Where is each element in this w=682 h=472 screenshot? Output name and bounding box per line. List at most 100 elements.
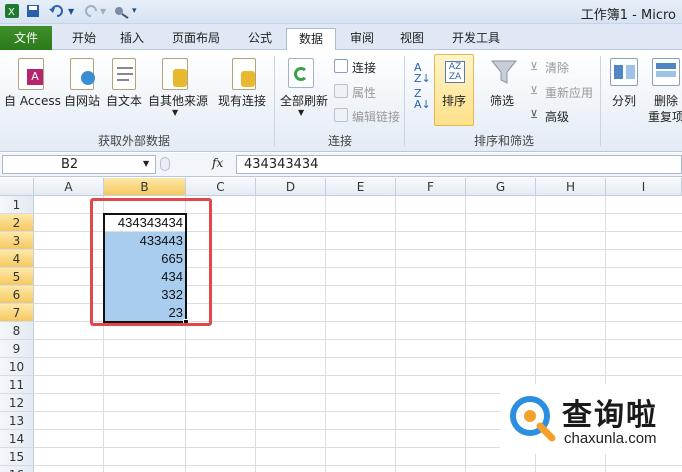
group-connections: 连接	[328, 134, 353, 148]
advanced-icon: ⊻	[530, 108, 539, 121]
row-header-1[interactable]: 1	[0, 196, 34, 214]
column-header-e[interactable]: E	[326, 178, 396, 196]
properties-button[interactable]: 属性	[352, 84, 376, 101]
tab-data[interactable]: 数据	[286, 28, 336, 51]
column-header-b[interactable]: B	[104, 178, 186, 196]
row-header-13[interactable]: 13	[0, 412, 34, 430]
from-text-button[interactable]: 自文本	[106, 92, 142, 109]
watermark: 查询啦 chaxunla.com	[500, 384, 682, 454]
group-separator	[600, 56, 601, 146]
other-sources-dropdown-icon[interactable]: ▼	[172, 108, 178, 117]
sort-button[interactable]: AZ ZA	[434, 54, 474, 126]
from-other-sources-button[interactable]: 自其他来源	[148, 92, 208, 109]
group-sort-filter: 排序和筛选	[474, 134, 535, 148]
reapply-icon: ⊻	[530, 84, 539, 97]
properties-icon	[334, 84, 348, 98]
group-get-external-data: 获取外部数据	[98, 134, 171, 148]
row-header-2[interactable]: 2	[0, 214, 34, 232]
insert-function-icon[interactable]: fx	[212, 156, 223, 170]
tab-insert[interactable]: 插入	[110, 28, 154, 50]
column-header-c[interactable]: C	[186, 178, 256, 196]
select-all-button[interactable]	[0, 178, 34, 196]
row-header-8[interactable]: 8	[0, 322, 34, 340]
connections-button[interactable]: 连接	[352, 59, 376, 76]
row-header-5[interactable]: 5	[0, 268, 34, 286]
row-header-6[interactable]: 6	[0, 286, 34, 304]
from-access-button[interactable]: 自 Access	[4, 92, 61, 109]
gridline	[34, 375, 682, 376]
row-header-4[interactable]: 4	[0, 250, 34, 268]
svg-text:X: X	[8, 7, 15, 18]
edit-links-button[interactable]: 编辑链接	[352, 108, 400, 125]
name-box-value: B2	[61, 157, 79, 172]
watermark-brand: 查询啦	[562, 398, 658, 433]
name-box[interactable]: B2 ▼	[2, 155, 156, 174]
from-web-button[interactable]: 自网站	[64, 92, 100, 109]
tab-view[interactable]: 视图	[390, 28, 434, 50]
gridline	[255, 196, 256, 472]
excel-logo-icon: X	[4, 3, 20, 20]
other-sources-icon	[162, 58, 188, 90]
tab-review[interactable]: 审阅	[340, 28, 384, 50]
formula-input[interactable]: 434343434	[236, 155, 682, 174]
gridline	[395, 196, 396, 472]
refresh-all-button[interactable]: 全部刷新	[280, 92, 328, 109]
row-header-10[interactable]: 10	[0, 358, 34, 376]
group-separator	[404, 56, 405, 146]
tab-page-layout[interactable]: 页面布局	[164, 28, 228, 50]
tab-home[interactable]: 开始	[62, 28, 106, 50]
row-header-3[interactable]: 3	[0, 232, 34, 250]
tab-formulas[interactable]: 公式	[238, 28, 282, 50]
web-icon	[70, 58, 95, 90]
column-header-h[interactable]: H	[536, 178, 606, 196]
formula-bar-splitter[interactable]	[160, 157, 170, 171]
column-header-g[interactable]: G	[466, 178, 536, 196]
column-header-d[interactable]: D	[256, 178, 326, 196]
column-header-i[interactable]: I	[606, 178, 682, 196]
remove-duplicates-button-line2[interactable]: 重复项	[648, 108, 682, 125]
customize-icon[interactable]	[112, 3, 130, 20]
row-header-15[interactable]: 15	[0, 448, 34, 466]
gridline	[325, 196, 326, 472]
remove-duplicates-button[interactable]: 删除	[654, 92, 678, 109]
row-header-7[interactable]: 7	[0, 304, 34, 322]
group-separator	[274, 56, 275, 146]
redo-dropdown-icon[interactable]: ▼	[100, 7, 106, 24]
undo-icon[interactable]	[48, 3, 66, 20]
row-header-16[interactable]: 16	[0, 466, 34, 472]
row-header-12[interactable]: 12	[0, 394, 34, 412]
refresh-dropdown-icon[interactable]: ▼	[298, 108, 304, 117]
text-to-columns-button[interactable]: 分列	[612, 92, 636, 109]
edit-links-icon	[334, 108, 348, 122]
column-header-f[interactable]: F	[396, 178, 466, 196]
clear-button[interactable]: 清除	[545, 59, 569, 76]
text-file-icon	[112, 58, 136, 90]
gridline	[465, 196, 466, 472]
save-icon[interactable]	[26, 3, 40, 20]
quick-access-menu-icon[interactable]: ▾	[132, 6, 137, 23]
refresh-all-icon	[288, 58, 314, 88]
existing-connections-icon	[232, 58, 256, 90]
row-header-11[interactable]: 11	[0, 376, 34, 394]
tab-developer[interactable]: 开发工具	[444, 28, 508, 50]
row-header-9[interactable]: 9	[0, 340, 34, 358]
sort-az-icon[interactable]: A Z↓	[414, 62, 431, 84]
gridline	[34, 357, 682, 358]
magnifier-logo-icon	[510, 396, 556, 442]
existing-connections-button[interactable]: 现有连接	[218, 92, 266, 109]
reapply-button[interactable]: 重新应用	[545, 84, 593, 101]
formula-bar: B2 ▼ fx 434343434	[0, 153, 682, 177]
column-header-a[interactable]: A	[34, 178, 104, 196]
window-title: 工作簿1 - Micro	[580, 8, 676, 23]
advanced-button[interactable]: 高级	[545, 108, 569, 125]
sort-za-icon[interactable]: Z A↓	[414, 88, 431, 110]
redo-icon[interactable]	[82, 3, 100, 20]
filter-button[interactable]: 筛选	[490, 92, 514, 109]
ribbon-tabs: 文件 开始 插入 页面布局 公式 数据 审阅 视图 开发工具	[0, 24, 682, 51]
remove-duplicates-icon	[652, 58, 680, 86]
tab-file[interactable]: 文件	[0, 26, 52, 50]
clear-icon: ⊻	[530, 60, 539, 73]
undo-dropdown-icon[interactable]: ▼	[68, 7, 74, 24]
name-box-dropdown-icon[interactable]: ▼	[143, 159, 149, 168]
row-header-14[interactable]: 14	[0, 430, 34, 448]
